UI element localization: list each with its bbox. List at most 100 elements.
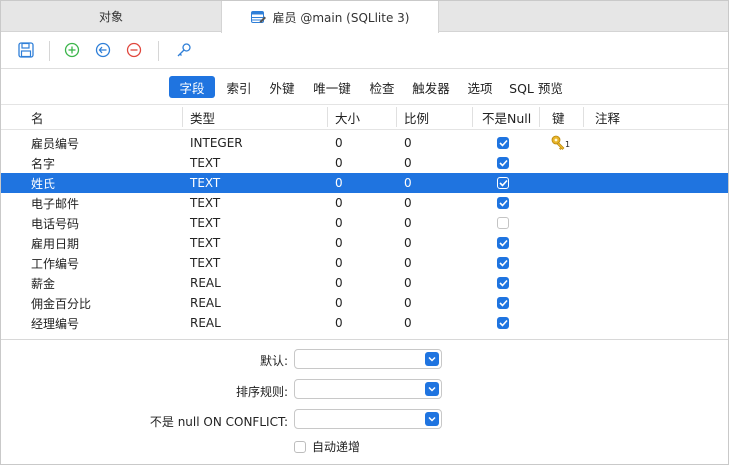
insert-field-button[interactable] [94,41,112,59]
table-row[interactable]: 电子邮件 TEXT 0 0 [1,193,728,213]
field-scale-cell[interactable]: 0 [404,233,412,253]
table-row[interactable]: 雇员编号 INTEGER 0 0 1 [1,133,728,153]
column-divider[interactable] [327,107,328,127]
primary-key-icon: 1 [550,135,572,151]
toolbar [1,33,728,69]
table-row[interactable]: 工作编号 TEXT 0 0 [1,253,728,273]
not-null-checkbox[interactable] [497,197,509,209]
column-header-scale[interactable]: 比例 [404,105,429,130]
subtab-unique-keys[interactable]: 唯一键 [307,76,357,98]
subtab-triggers[interactable]: 触发器 [407,76,455,98]
field-scale-cell[interactable]: 0 [404,133,412,153]
not-null-checkbox[interactable] [497,237,509,249]
field-name-cell[interactable]: 佣金百分比 [31,293,91,313]
not-null-checkbox[interactable] [497,317,509,329]
not-null-checkbox[interactable] [497,177,509,189]
field-size-cell[interactable]: 0 [335,313,343,333]
subtab-options[interactable]: 选项 [461,76,499,98]
field-size-cell[interactable]: 0 [335,213,343,233]
column-divider[interactable] [539,107,540,127]
field-scale-cell[interactable]: 0 [404,313,412,333]
field-type-cell[interactable]: TEXT [190,173,220,193]
tab-objects[interactable]: 对象 [1,1,221,32]
primary-key-button[interactable] [175,41,193,59]
not-null-checkbox[interactable] [497,277,509,289]
collation-select[interactable] [294,379,442,399]
field-size-cell[interactable]: 0 [335,173,343,193]
chevron-down-icon[interactable] [425,352,439,366]
field-name-cell[interactable]: 姓氏 [31,173,55,193]
field-type-cell[interactable]: REAL [190,293,221,313]
field-size-cell[interactable]: 0 [335,233,343,253]
field-type-cell[interactable]: TEXT [190,193,220,213]
table-row[interactable]: 佣金百分比 REAL 0 0 [1,293,728,313]
table-row[interactable]: 电话号码 TEXT 0 0 [1,213,728,233]
default-select[interactable] [294,349,442,369]
field-scale-cell[interactable]: 0 [404,173,412,193]
field-name-cell[interactable]: 工作编号 [31,253,79,273]
column-divider[interactable] [182,107,183,127]
field-name-cell[interactable]: 雇用日期 [31,233,79,253]
field-size-cell[interactable]: 0 [335,273,343,293]
column-header-name[interactable]: 名 [31,105,44,130]
not-null-checkbox[interactable] [497,217,509,229]
table-row[interactable]: 雇用日期 TEXT 0 0 [1,233,728,253]
field-type-cell[interactable]: REAL [190,313,221,333]
add-field-button[interactable] [63,41,81,59]
delete-field-button[interactable] [125,41,143,59]
not-null-checkbox[interactable] [497,297,509,309]
column-header-key[interactable]: 键 [552,105,565,130]
subtab-indexes[interactable]: 索引 [221,76,257,98]
field-size-cell[interactable]: 0 [335,253,343,273]
subtab-fields[interactable]: 字段 [169,76,215,98]
subtab-foreign-keys[interactable]: 外键 [263,76,301,98]
table-row[interactable]: 薪金 REAL 0 0 [1,273,728,293]
design-subtabs: 字段 索引 外键 唯一键 检查 触发器 选项 SQL 预览 [1,73,728,101]
column-divider[interactable] [583,107,584,127]
field-size-cell[interactable]: 0 [335,153,343,173]
table-row[interactable]: 名字 TEXT 0 0 [1,153,728,173]
field-name-cell[interactable]: 名字 [31,153,55,173]
auto-increment-checkbox[interactable]: 自动递增 [294,438,360,455]
not-null-checkbox[interactable] [497,257,509,269]
field-size-cell[interactable]: 0 [335,133,343,153]
save-button[interactable] [17,41,35,59]
field-name-cell[interactable]: 薪金 [31,273,55,293]
column-header-not-null[interactable]: 不是Null [482,105,531,130]
field-type-cell[interactable]: TEXT [190,213,220,233]
field-type-cell[interactable]: REAL [190,273,221,293]
field-scale-cell[interactable]: 0 [404,293,412,313]
not-null-checkbox[interactable] [497,157,509,169]
field-name-cell[interactable]: 经理编号 [31,313,79,333]
field-type-cell[interactable]: TEXT [190,233,220,253]
not-null-conflict-select[interactable] [294,409,442,429]
column-header-comment[interactable]: 注释 [595,105,620,130]
column-header-size[interactable]: 大小 [335,105,360,130]
not-null-checkbox[interactable] [497,137,509,149]
field-scale-cell[interactable]: 0 [404,273,412,293]
field-size-cell[interactable]: 0 [335,293,343,313]
column-header-type[interactable]: 类型 [190,105,215,130]
table-row[interactable]: 经理编号 REAL 0 0 [1,313,728,333]
field-name-cell[interactable]: 雇员编号 [31,133,79,153]
chevron-down-icon[interactable] [425,382,439,396]
field-type-cell[interactable]: INTEGER [190,133,243,153]
chevron-down-icon[interactable] [425,412,439,426]
field-name-cell[interactable]: 电话号码 [31,213,79,233]
field-scale-cell[interactable]: 0 [404,153,412,173]
field-name-cell[interactable]: 电子邮件 [31,193,79,213]
column-divider[interactable] [472,107,473,127]
table-body: 雇员编号 INTEGER 0 0 1 名字 TEXT 0 0 姓氏 TEXT 0 0 电子邮件 TEXT 0 0… [1,133,728,333]
table-row[interactable]: 姓氏 TEXT 0 0 [1,173,728,193]
auto-increment-box[interactable] [294,440,306,453]
column-divider[interactable] [396,107,397,127]
field-size-cell[interactable]: 0 [335,193,343,213]
field-scale-cell[interactable]: 0 [404,193,412,213]
field-type-cell[interactable]: TEXT [190,253,220,273]
tab-table-design[interactable]: 雇员 @main (SQLlite 3) [221,1,439,33]
field-type-cell[interactable]: TEXT [190,153,220,173]
subtab-sql-preview[interactable]: SQL 预览 [505,76,567,98]
field-scale-cell[interactable]: 0 [404,253,412,273]
subtab-checks[interactable]: 检查 [363,76,401,98]
field-scale-cell[interactable]: 0 [404,213,412,233]
